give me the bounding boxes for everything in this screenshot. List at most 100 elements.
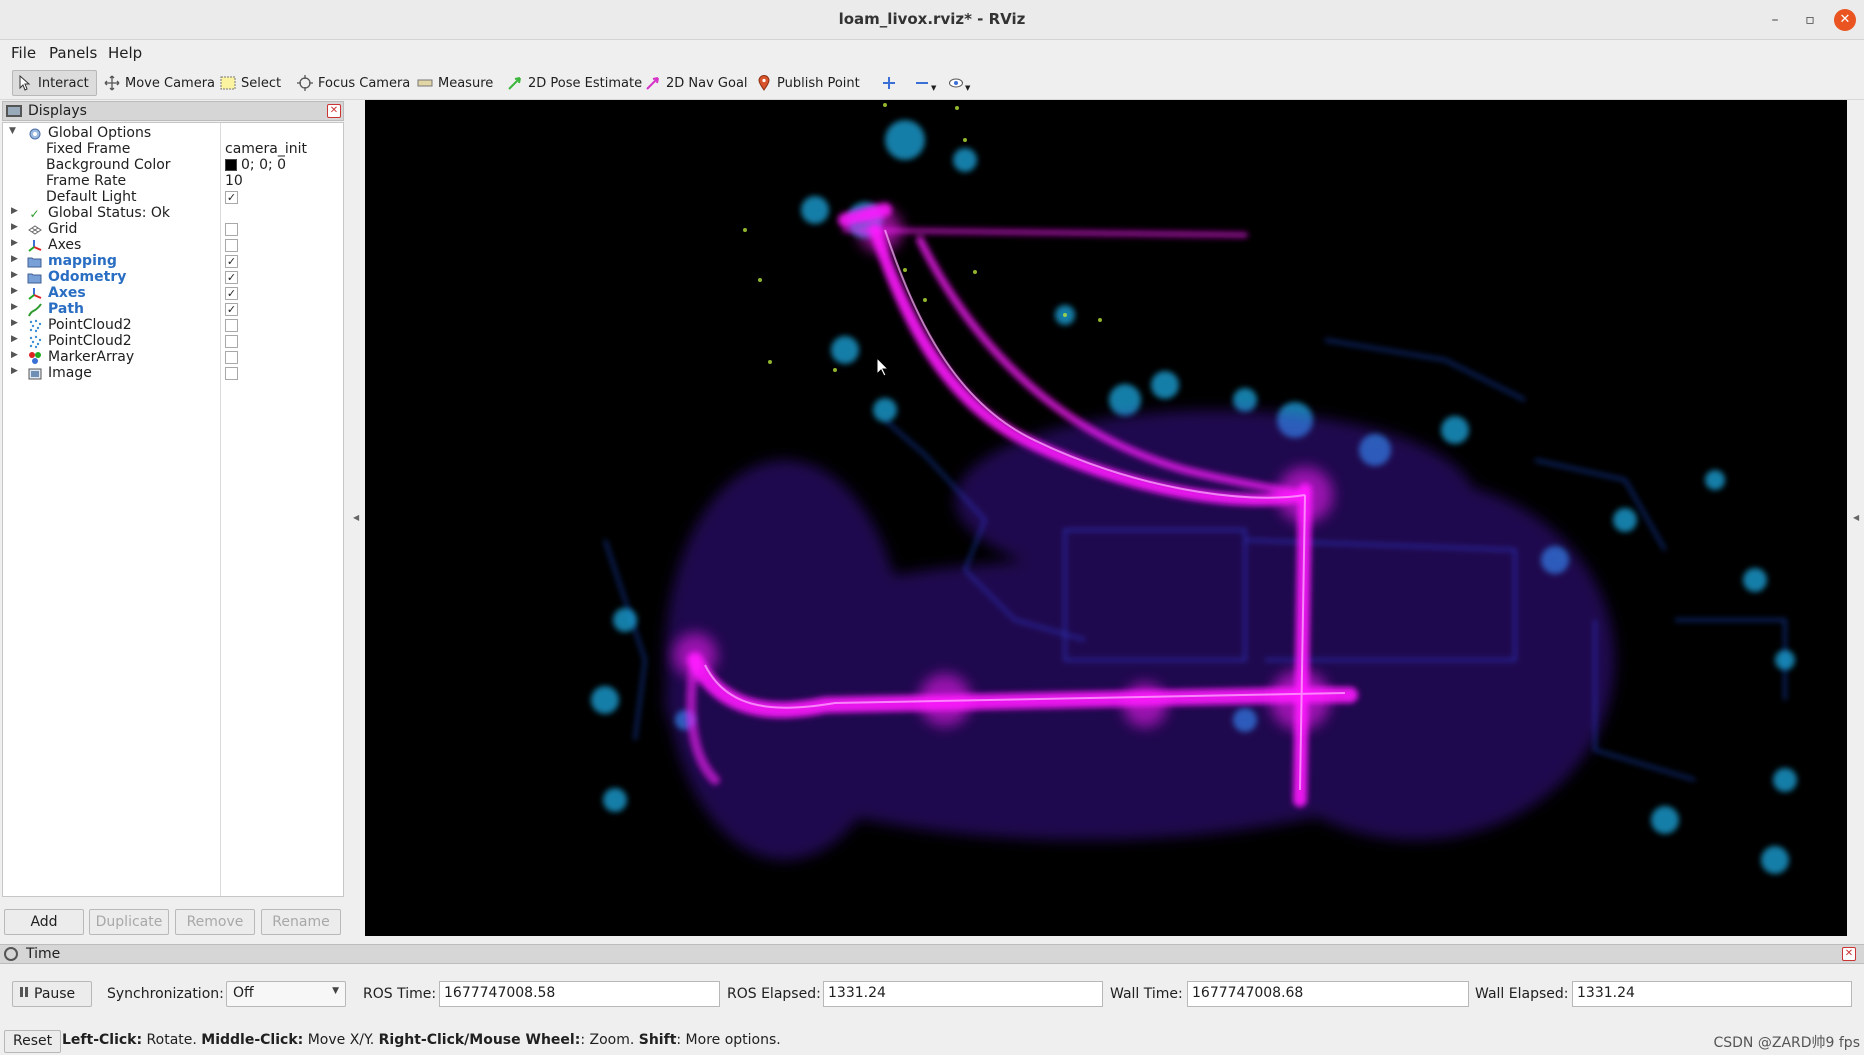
expand-down-icon[interactable]: ▼ — [9, 126, 19, 136]
wall-time-field[interactable]: 1677747008.68 — [1187, 981, 1469, 1007]
folder-icon — [27, 270, 42, 285]
frame-rate-value[interactable]: 10 — [225, 173, 243, 189]
pose-estimate-label: 2D Pose Estimate — [528, 75, 643, 91]
interact-tool-button[interactable]: Interact — [12, 70, 97, 96]
point-cloud-icon — [27, 334, 42, 349]
right-splitter[interactable]: ◀ — [1848, 101, 1864, 941]
folder-icon — [27, 254, 42, 269]
mapping-checkbox[interactable]: ✓ — [225, 255, 238, 268]
default-light-checkbox[interactable]: ✓ — [225, 191, 238, 204]
reset-view-button[interactable]: Reset — [4, 1030, 62, 1053]
row-name: Axes — [48, 285, 86, 301]
path-icon — [27, 302, 42, 317]
expand-right-icon[interactable]: ▶ — [11, 222, 21, 232]
wall-elapsed-label: Wall Elapsed: — [1475, 986, 1569, 1002]
focus-target-icon — [297, 75, 313, 91]
rename-display-button[interactable]: Rename — [261, 909, 341, 935]
displays-panel: Displays ✕ ▼ Global Options Fixed Frame … — [2, 101, 344, 941]
chevron-down-icon: ▼ — [332, 986, 339, 996]
toolbar: Interact Move Camera Select Focus Camera… — [0, 66, 1864, 100]
collapse-right-icon[interactable]: ◀ — [1853, 513, 1859, 522]
axes-icon — [27, 238, 42, 253]
point-cloud-icon — [27, 318, 42, 333]
row-name: Frame Rate — [46, 173, 127, 189]
point-cloud-render — [365, 100, 1847, 936]
image-icon — [27, 366, 42, 381]
expand-right-icon[interactable]: ▶ — [11, 206, 21, 216]
displays-header: Displays ✕ — [2, 101, 344, 121]
expand-right-icon[interactable]: ▶ — [11, 302, 21, 312]
pose-estimate-tool-button[interactable]: 2D Pose Estimate — [503, 70, 646, 96]
fixed-frame-value[interactable]: camera_init — [225, 141, 307, 157]
minimize-icon[interactable]: – — [1764, 9, 1786, 31]
remove-tool-button[interactable]: ▼ — [910, 70, 940, 96]
expand-right-icon[interactable]: ▶ — [11, 270, 21, 280]
expand-right-icon[interactable]: ▶ — [11, 366, 21, 376]
select-tool-button[interactable]: Select — [216, 70, 285, 96]
mouse-hint: Left-Click: Rotate. Middle-Click: Move X… — [62, 1032, 781, 1048]
menu-help[interactable]: Help — [108, 44, 142, 62]
axes-2-checkbox[interactable]: ✓ — [225, 287, 238, 300]
pointcloud2-2-checkbox[interactable] — [225, 335, 238, 348]
eye-icon — [948, 75, 964, 91]
row-name: Fixed Frame — [46, 141, 131, 157]
publish-point-tool-button[interactable]: Publish Point — [752, 70, 864, 96]
odometry-checkbox[interactable]: ✓ — [225, 271, 238, 284]
minus-icon — [914, 75, 930, 91]
monitor-icon — [6, 105, 22, 117]
ros-elapsed-label: ROS Elapsed: — [727, 986, 821, 1002]
path-checkbox[interactable]: ✓ — [225, 303, 238, 316]
remove-display-button[interactable]: Remove — [175, 909, 255, 935]
expand-right-icon[interactable]: ▶ — [11, 254, 21, 264]
expand-right-icon[interactable]: ▶ — [11, 350, 21, 360]
move-camera-tool-button[interactable]: Move Camera — [100, 70, 219, 96]
row-name: MarkerArray — [48, 349, 135, 365]
sync-value: Off — [233, 985, 254, 1001]
maximize-icon[interactable]: ▫ — [1799, 9, 1821, 31]
wall-elapsed-field[interactable]: 1331.24 — [1572, 981, 1852, 1007]
menu-panels[interactable]: Panels — [49, 44, 97, 62]
sync-select[interactable]: Off ▼ — [226, 981, 346, 1007]
green-arrow-icon — [507, 75, 523, 91]
chevron-down-icon: ▼ — [931, 84, 937, 92]
marker-array-icon — [27, 350, 42, 365]
image-checkbox[interactable] — [225, 367, 238, 380]
grid-checkbox[interactable] — [225, 223, 238, 236]
expand-right-icon[interactable]: ▶ — [11, 318, 21, 328]
menu-file[interactable]: File — [11, 44, 36, 62]
expand-right-icon[interactable]: ▶ — [11, 286, 21, 296]
time-panel-title: Time — [26, 946, 61, 962]
displays-tree[interactable]: ▼ Global Options Fixed Frame camera_init… — [2, 122, 344, 897]
row-name: Default Light — [46, 189, 137, 205]
close-icon[interactable]: ✕ — [1842, 947, 1856, 961]
left-splitter[interactable]: ◀ — [346, 101, 364, 941]
expand-right-icon[interactable]: ▶ — [11, 334, 21, 344]
close-icon[interactable]: ✕ — [327, 104, 341, 118]
tool-properties-button[interactable]: ▼ — [944, 70, 974, 96]
row-name: Axes — [48, 237, 82, 253]
duplicate-display-button[interactable]: Duplicate — [89, 909, 169, 935]
add-display-button[interactable]: Add — [4, 909, 84, 935]
background-color-value[interactable]: 0; 0; 0 — [225, 157, 286, 173]
interact-label: Interact — [38, 75, 89, 91]
collapse-left-icon[interactable]: ◀ — [353, 513, 359, 522]
measure-tool-button[interactable]: Measure — [413, 70, 497, 96]
row-name: mapping — [48, 253, 117, 269]
ros-time-field[interactable]: 1677747008.58 — [439, 981, 720, 1007]
tree-row-image[interactable]: ▶ Image — [3, 364, 343, 383]
ruler-icon — [417, 75, 433, 91]
pointcloud2-checkbox[interactable] — [225, 319, 238, 332]
add-tool-button[interactable] — [877, 70, 901, 96]
pause-button[interactable]: Pause — [12, 981, 92, 1007]
nav-goal-tool-button[interactable]: 2D Nav Goal — [641, 70, 752, 96]
render-viewport[interactable] — [365, 100, 1847, 936]
status-bar: Reset Left-Click: Rotate. Middle-Click: … — [0, 1027, 1864, 1055]
expand-right-icon[interactable]: ▶ — [11, 238, 21, 248]
axes-checkbox[interactable] — [225, 239, 238, 252]
marker-array-checkbox[interactable] — [225, 351, 238, 364]
ros-elapsed-field[interactable]: 1331.24 — [823, 981, 1103, 1007]
row-name: PointCloud2 — [48, 333, 132, 349]
select-box-icon — [220, 75, 236, 91]
close-icon[interactable]: ✕ — [1834, 9, 1856, 31]
focus-camera-tool-button[interactable]: Focus Camera — [293, 70, 414, 96]
